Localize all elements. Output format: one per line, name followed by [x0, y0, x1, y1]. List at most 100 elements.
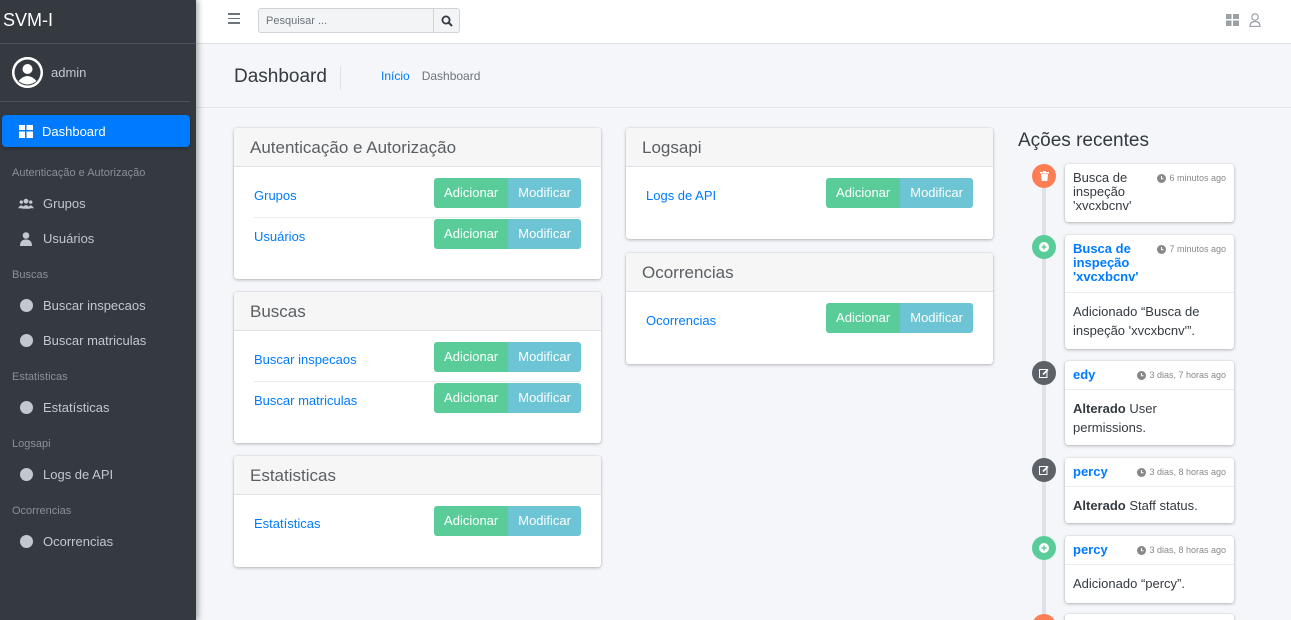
timeline-body: Adicionado “Busca de inspeção 'xvcxbcnv'… — [1065, 292, 1234, 349]
timeline-time-text: 6 minutos ago — [1169, 173, 1226, 183]
breadcrumb-home-link[interactable]: Início — [381, 69, 410, 83]
add-button[interactable]: Adicionar — [434, 219, 509, 249]
model-row: Grupos Adicionar Modificar — [254, 177, 581, 217]
sidebar-item-label: Ocorrencias — [43, 534, 114, 549]
circle-icon — [18, 535, 34, 548]
model-row: Logs de API Adicionar Modificar — [646, 177, 973, 217]
users-icon — [18, 198, 34, 210]
brand-title[interactable]: SVM-I — [0, 0, 196, 44]
modify-button[interactable]: Modificar — [900, 303, 973, 333]
sidebar-item-label: Logs de API — [43, 467, 114, 482]
timeline-item: edy 3 dias, 7 horas ago Alterado User pe… — [1065, 361, 1234, 445]
modify-button[interactable]: Modificar — [508, 342, 581, 372]
search-button[interactable] — [433, 9, 459, 32]
action-verb: Alterado — [1073, 401, 1126, 416]
clock-icon — [1157, 173, 1167, 183]
timeline-time: 6 minutos ago — [1157, 173, 1226, 183]
model-row: Buscar inspecaos Adicionar Modificar — [254, 341, 581, 381]
sidebar-header-logsapi: Logsapi — [12, 438, 51, 450]
sidebar-header-buscas: Buscas — [12, 269, 49, 281]
app-card-logsapi: Logsapi Logs de API Adicionar Modificar — [626, 128, 993, 239]
timeline-body: Adicionado “percy”. — [1065, 564, 1234, 602]
clock-icon — [1137, 545, 1147, 555]
action-verb: Alterado — [1073, 498, 1126, 513]
timeline-time: 3 dias, 8 horas ago — [1137, 545, 1226, 555]
add-button[interactable]: Adicionar — [826, 178, 901, 208]
sidebar-item-ocorrencias[interactable]: Ocorrencias — [0, 524, 196, 559]
top-navbar — [196, 0, 1291, 44]
card-title: Buscas — [234, 292, 601, 331]
trash-icon — [1032, 614, 1056, 620]
timeline-item: percy 3 dias, 8 horas ago Adicionado “pe… — [1065, 536, 1234, 603]
sidebar-item-grupos[interactable]: Grupos — [0, 186, 196, 221]
trash-icon — [1032, 164, 1056, 188]
modify-button[interactable]: Modificar — [508, 178, 581, 208]
modify-button[interactable]: Modificar — [508, 506, 581, 536]
avatar-icon — [12, 57, 43, 88]
timeline-item: Busca de inspeção 'xvcxbcnv' 7 minutos a… — [1065, 235, 1234, 349]
timeline-time-text: 3 dias, 7 horas ago — [1149, 370, 1226, 380]
sidebar-item-label: Buscar inspecaos — [43, 298, 146, 313]
app-card-auth: Autenticação e Autorização Grupos Adicio… — [234, 128, 601, 279]
modify-button[interactable]: Modificar — [900, 178, 973, 208]
model-link-estatisticas[interactable]: Estatísticas — [254, 516, 320, 531]
sidebar-item-logs-de-api[interactable]: Logs de API — [0, 457, 196, 492]
model-link-grupos[interactable]: Grupos — [254, 188, 297, 203]
sidebar-item-label: Dashboard — [42, 123, 106, 139]
card-title: Autenticação e Autorização — [234, 128, 601, 167]
model-link-buscar-inspecaos[interactable]: Buscar inspecaos — [254, 352, 357, 367]
circle-icon — [18, 299, 34, 312]
modify-button[interactable]: Modificar — [508, 383, 581, 413]
sidebar-item-buscar-matriculas[interactable]: Buscar matriculas — [0, 323, 196, 358]
sidebar-item-dashboard[interactable]: Dashboard — [2, 115, 190, 147]
clock-icon — [1157, 244, 1167, 254]
user-profile-icon[interactable] — [1249, 13, 1261, 30]
circle-icon — [18, 468, 34, 481]
model-row: Ocorrencias Adicionar Modificar — [646, 302, 973, 342]
hamburger-menu-icon[interactable] — [228, 13, 240, 24]
sidebar-header-auth: Autenticação e Autorização — [12, 167, 146, 179]
search-icon — [441, 15, 453, 27]
content-header: Dashboard Início Dashboard — [196, 44, 1291, 108]
app-card-estatisticas: Estatisticas Estatísticas Adicionar Modif… — [234, 456, 601, 567]
sidebar-item-buscar-inspecaos[interactable]: Buscar inspecaos — [0, 288, 196, 323]
card-title: Estatisticas — [234, 456, 601, 495]
page-title: Dashboard — [234, 66, 341, 90]
model-link-buscar-matriculas[interactable]: Buscar matriculas — [254, 393, 357, 408]
sidebar-item-usuarios[interactable]: Usuários — [0, 221, 196, 256]
sidebar-item-estatisticas[interactable]: Estatísticas — [0, 390, 196, 425]
sidebar: SVM-I admin Dashboard Autenticação e Aut… — [0, 0, 196, 620]
add-button[interactable]: Adicionar — [434, 383, 509, 413]
timeline-time-text: 3 dias, 8 horas ago — [1149, 467, 1226, 477]
app-card-ocorrencias: Ocorrencias Ocorrencias Adicionar Modific… — [626, 253, 993, 364]
card-title: Ocorrencias — [626, 253, 993, 292]
model-link-logs-de-api[interactable]: Logs de API — [646, 188, 716, 203]
add-button[interactable]: Adicionar — [434, 506, 509, 536]
model-row: Buscar matriculas Adicionar Modificar — [254, 381, 581, 421]
timeline-item — [1065, 614, 1234, 620]
recent-actions-title: Ações recentes — [1018, 130, 1149, 151]
timeline-time-text: 3 dias, 8 horas ago — [1149, 545, 1226, 555]
search-input[interactable] — [259, 9, 433, 32]
user-panel[interactable]: admin — [0, 44, 190, 102]
breadcrumb-current: Dashboard — [421, 69, 481, 83]
sidebar-header-ocorrencias: Ocorrencias — [12, 505, 72, 517]
add-button[interactable]: Adicionar — [826, 303, 901, 333]
timeline-object: Busca de inspeção 'xvcxbcnv' — [1073, 170, 1132, 213]
plus-circle-icon — [1032, 235, 1056, 259]
edit-icon — [1032, 458, 1056, 482]
model-link-ocorrencias[interactable]: Ocorrencias — [646, 313, 716, 328]
modify-button[interactable]: Modificar — [508, 219, 581, 249]
timeline-time: 3 dias, 7 horas ago — [1137, 370, 1226, 380]
timeline-time: 7 minutos ago — [1157, 244, 1226, 254]
model-link-usuarios[interactable]: Usuários — [254, 229, 305, 244]
circle-icon — [18, 334, 34, 347]
model-row: Estatísticas Adicionar Modificar — [254, 505, 581, 545]
timeline-time-text: 7 minutos ago — [1169, 244, 1226, 254]
add-button[interactable]: Adicionar — [434, 178, 509, 208]
grid-icon[interactable] — [1226, 14, 1239, 29]
timeline-object-link[interactable]: Busca de inspeção 'xvcxbcnv' — [1073, 242, 1153, 284]
breadcrumb: Início Dashboard — [381, 69, 480, 83]
clock-icon — [1137, 370, 1147, 380]
add-button[interactable]: Adicionar — [434, 342, 509, 372]
